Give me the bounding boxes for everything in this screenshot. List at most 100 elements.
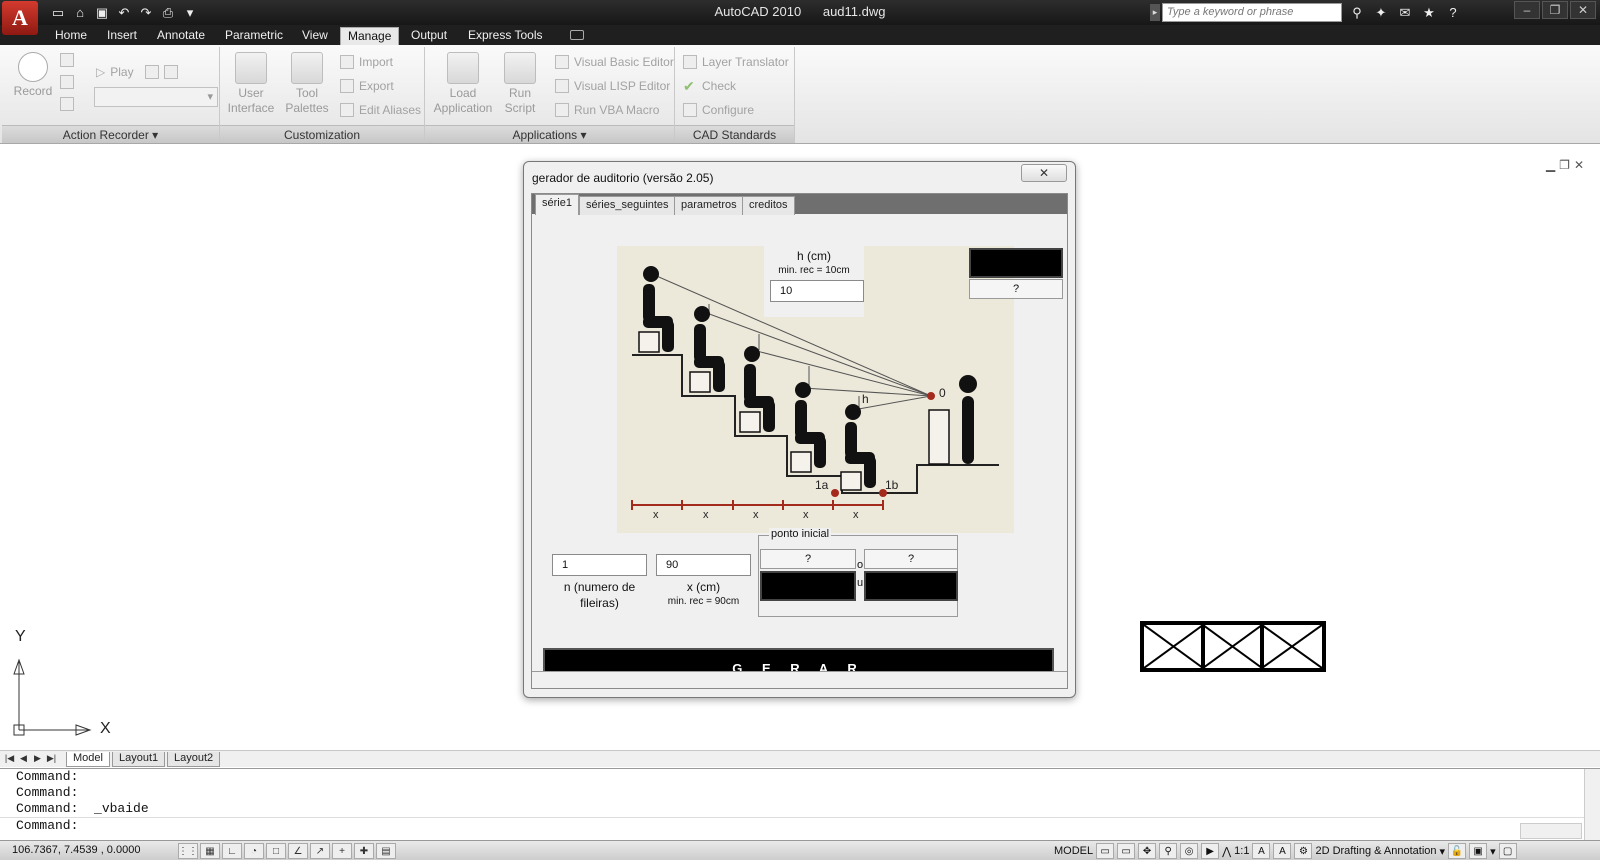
record-button[interactable]: Record: [10, 52, 56, 99]
workspace-dropdown-icon[interactable]: ▾: [1440, 845, 1446, 858]
showmotion-icon[interactable]: ▶: [1201, 843, 1220, 859]
show-lineweight-icon[interactable]: ✚: [354, 843, 374, 859]
last-layout-icon[interactable]: ▶|: [46, 753, 57, 765]
drawing-restore-icon[interactable]: ❐: [1559, 158, 1570, 172]
close-icon[interactable]: ✕: [1570, 1, 1596, 19]
annotate-icon[interactable]: [60, 53, 74, 67]
ribbon-minimize-icon[interactable]: [570, 30, 584, 40]
save-icon[interactable]: ▣: [92, 3, 112, 23]
configure-button[interactable]: Configure: [683, 103, 754, 117]
clean-screen-icon[interactable]: ▢: [1498, 843, 1517, 859]
h-help-button[interactable]: ?: [969, 279, 1063, 299]
drawing-minimize-icon[interactable]: ▁: [1546, 158, 1555, 172]
new-file-icon[interactable]: ▭: [48, 3, 68, 23]
command-hscrollbar[interactable]: [1520, 823, 1582, 839]
h-color-swatch[interactable]: [969, 248, 1063, 278]
edit-aliases-button[interactable]: Edit Aliases: [340, 103, 421, 117]
tab-layout2[interactable]: Layout2: [167, 752, 221, 767]
point-pick-button-1[interactable]: ?: [760, 549, 856, 569]
next-layout-icon[interactable]: ▶: [32, 753, 43, 765]
search-input[interactable]: Type a keyword or phrase: [1162, 3, 1342, 22]
coordinates-readout[interactable]: 106.7367, 7.4539 , 0.0000: [12, 844, 140, 856]
run-vba-macro-button[interactable]: Run VBA Macro: [555, 103, 659, 117]
tab-output[interactable]: Output: [404, 27, 454, 45]
communication-icon[interactable]: ✉: [1394, 3, 1416, 22]
tab-creditos[interactable]: creditos: [742, 196, 795, 215]
plot-icon[interactable]: ⎙: [158, 3, 178, 23]
tool-palettes-button[interactable]: Tool Palettes: [282, 52, 332, 116]
tab-home[interactable]: Home: [48, 27, 94, 45]
search-expand-icon[interactable]: ▸: [1150, 4, 1160, 21]
x-distance-input[interactable]: 90: [656, 554, 751, 576]
tab-insert[interactable]: Insert: [100, 27, 144, 45]
dynamic-input-icon[interactable]: +: [332, 843, 352, 859]
favorites-icon[interactable]: ★: [1418, 3, 1440, 22]
point-pick-button-2[interactable]: ?: [864, 549, 958, 569]
point-swatch-1[interactable]: [760, 571, 856, 601]
prev-layout-icon[interactable]: ◀: [18, 753, 29, 765]
autoscale-icon[interactable]: A: [1273, 843, 1292, 859]
polar-tracking-icon[interactable]: ◔: [244, 843, 264, 859]
load-application-button[interactable]: Load Application: [431, 52, 495, 116]
toolbar-lock-icon[interactable]: 🔓: [1448, 843, 1467, 859]
visual-basic-editor-button[interactable]: Visual Basic Editor: [555, 55, 674, 69]
object-snap-tracking-icon[interactable]: ∠: [288, 843, 308, 859]
quick-properties-icon[interactable]: ▤: [376, 843, 396, 859]
tab-parametros[interactable]: parametros: [674, 196, 744, 215]
help-icon[interactable]: ?: [1442, 3, 1464, 22]
zoom-icon[interactable]: ⚲: [1159, 843, 1178, 859]
tab-annotate[interactable]: Annotate: [150, 27, 212, 45]
object-snap-icon[interactable]: □: [266, 843, 286, 859]
layer-translator-button[interactable]: Layer Translator: [683, 55, 789, 69]
minimize-icon[interactable]: –: [1514, 1, 1540, 19]
tab-model[interactable]: Model: [66, 752, 110, 767]
export-button[interactable]: Export: [340, 79, 394, 93]
first-layout-icon[interactable]: |◀: [4, 753, 15, 765]
visual-lisp-editor-button[interactable]: Visual LISP Editor: [555, 79, 670, 93]
check-button[interactable]: ✔ Check: [683, 79, 736, 93]
ortho-mode-icon[interactable]: ∟: [222, 843, 242, 859]
annotation-scale-icon[interactable]: ⋀: [1222, 845, 1231, 858]
tab-manage[interactable]: Manage: [340, 27, 400, 45]
command-scrollbar[interactable]: [1584, 769, 1600, 841]
tab-parametric[interactable]: Parametric: [218, 27, 290, 45]
steering-wheel-icon[interactable]: ◎: [1180, 843, 1199, 859]
model-space-toggle[interactable]: MODEL: [1054, 845, 1093, 857]
workspace-select[interactable]: 2D Drafting & Annotation: [1315, 845, 1436, 857]
play-button[interactable]: ▷ Play: [96, 65, 178, 79]
h-input[interactable]: 10: [770, 280, 864, 302]
request-input-icon[interactable]: [60, 97, 74, 111]
tab-view[interactable]: View: [295, 27, 335, 45]
qat-dropdown-icon[interactable]: ▾: [180, 3, 200, 23]
annotation-scale[interactable]: 1:1: [1234, 845, 1249, 857]
macro-select[interactable]: [94, 87, 218, 107]
dynamic-ucs-icon[interactable]: ↗: [310, 843, 330, 859]
snap-mode-icon[interactable]: ⋮⋮: [178, 843, 198, 859]
quick-view-drawings-icon[interactable]: ▭: [1117, 843, 1136, 859]
command-input[interactable]: Command:: [0, 817, 1600, 833]
undo-icon[interactable]: ↶: [114, 3, 134, 23]
drawing-block-object[interactable]: [1140, 621, 1326, 672]
open-file-icon[interactable]: ⌂: [70, 3, 90, 23]
point-swatch-2[interactable]: [864, 571, 958, 601]
tab-series-seguintes[interactable]: séries_seguintes: [579, 196, 676, 215]
user-message-icon[interactable]: [60, 75, 74, 89]
manage-macros-icon[interactable]: [163, 65, 178, 79]
user-interface-button[interactable]: User Interface: [226, 52, 276, 116]
tab-layout1[interactable]: Layout1: [112, 752, 166, 767]
tab-serie1[interactable]: série1: [535, 194, 579, 215]
pan-icon[interactable]: ✥: [1138, 843, 1157, 859]
preference-icon[interactable]: [144, 65, 159, 79]
drawing-close-icon[interactable]: ✕: [1574, 158, 1584, 172]
panel-title-action-recorder[interactable]: Action Recorder ▾: [2, 125, 219, 143]
tab-express-tools[interactable]: Express Tools: [461, 27, 549, 45]
application-menu-button[interactable]: A: [2, 1, 38, 35]
subscription-icon[interactable]: ✦: [1370, 3, 1392, 22]
grid-display-icon[interactable]: ▦: [200, 843, 220, 859]
n-rows-input[interactable]: 1: [552, 554, 647, 576]
redo-icon[interactable]: ↷: [136, 3, 156, 23]
run-script-button[interactable]: Run Script: [499, 52, 541, 116]
import-button[interactable]: Import: [340, 55, 393, 69]
restore-icon[interactable]: ❐: [1542, 1, 1568, 19]
binoculars-icon[interactable]: ⚲: [1346, 3, 1368, 22]
